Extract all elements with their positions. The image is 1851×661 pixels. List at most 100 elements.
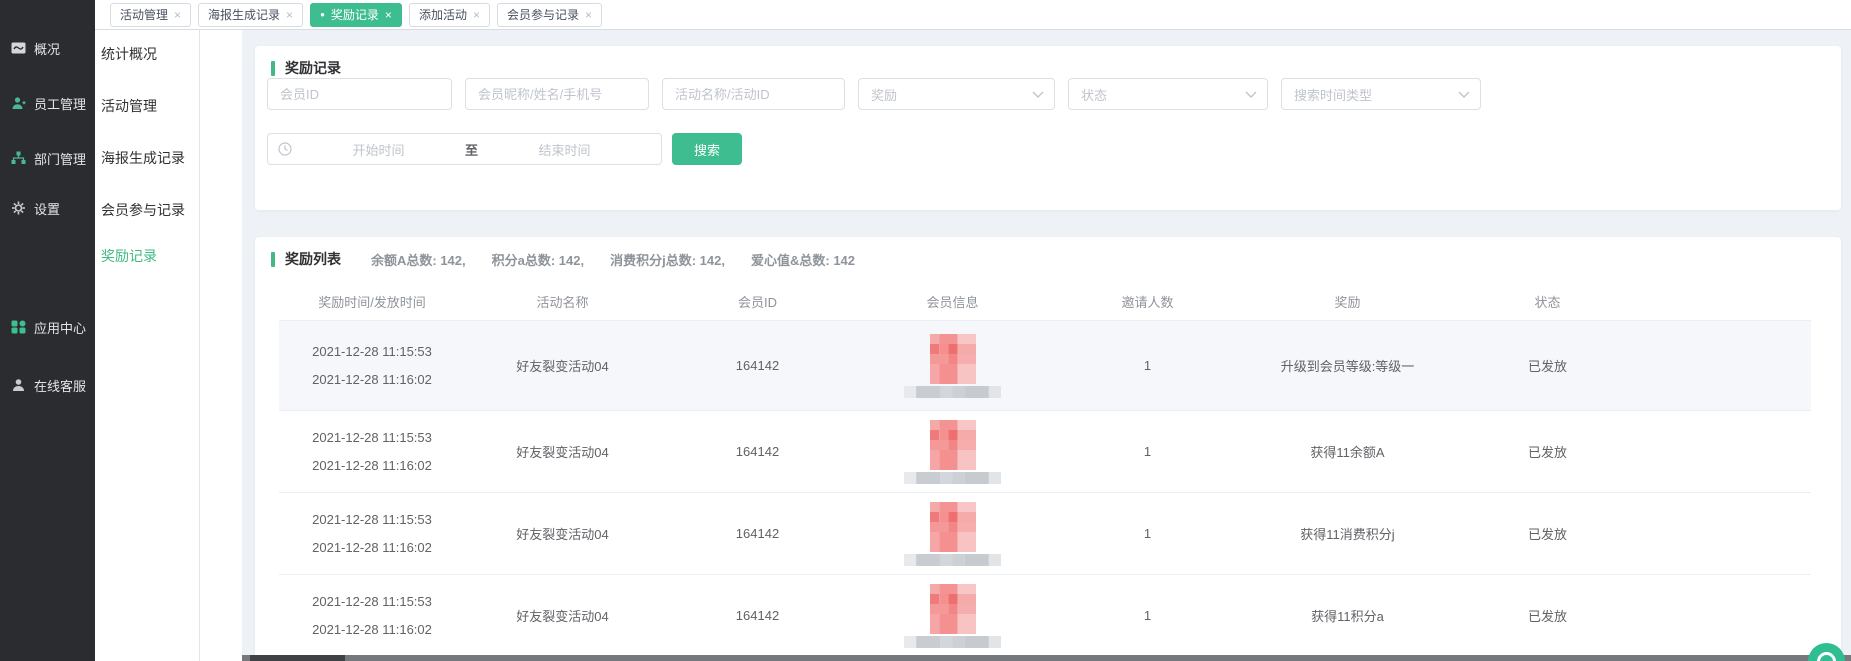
- member-id-cell: 164142: [660, 493, 855, 574]
- status-cell: 已发放: [1450, 321, 1645, 410]
- chevron-down-icon: [1458, 91, 1470, 98]
- activity-input[interactable]: [662, 78, 845, 110]
- active-tab-dot: ●: [320, 11, 325, 19]
- col-header-status: 状态: [1450, 282, 1645, 320]
- table-header-row: 奖励时间/发放时间 活动名称 会员ID 会员信息 邀请人数 奖励 状态: [279, 282, 1811, 320]
- reward-cell: 获得11积分a: [1245, 575, 1450, 656]
- tab-label: 会员参与记录: [507, 6, 579, 23]
- status-cell: 已发放: [1450, 493, 1645, 574]
- col-header-spacer: [1645, 282, 1811, 320]
- tab-bar: 活动管理 × 海报生成记录 × ● 奖励记录 × 添加活动 × 会员参与记录 ×: [95, 0, 1851, 30]
- status-cell: 已发放: [1450, 411, 1645, 492]
- issue-time: 2021-12-28 11:16:02: [312, 616, 432, 644]
- tab-close-icon[interactable]: ×: [385, 9, 392, 21]
- issue-time: 2021-12-28 11:16:02: [312, 366, 432, 394]
- award-time: 2021-12-28 11:15:53: [312, 588, 432, 616]
- col-header-member-id: 会员ID: [660, 282, 855, 320]
- sidebar-item-overview[interactable]: 概况: [11, 38, 60, 58]
- scrollbar-thumb[interactable]: [250, 655, 345, 661]
- reward-select[interactable]: 奖励: [858, 78, 1055, 110]
- table-row[interactable]: 2021-12-28 11:15:53 2021-12-28 11:16:02 …: [279, 410, 1811, 492]
- tab-add-activity[interactable]: 添加活动 ×: [409, 3, 490, 27]
- time-type-select[interactable]: 搜索时间类型: [1281, 78, 1481, 110]
- list-card-title: 奖励列表: [285, 249, 341, 269]
- member-info-cell: [855, 321, 1050, 410]
- date-range-picker[interactable]: 开始时间 至 结束时间: [267, 133, 662, 165]
- sidebar-item-departments[interactable]: 部门管理: [11, 148, 86, 168]
- submenu-item-stats-overview[interactable]: 统计概况: [101, 44, 157, 64]
- search-button[interactable]: 搜索: [672, 133, 742, 165]
- sidebar-item-label: 设置: [34, 199, 60, 218]
- search-filters-row: 奖励 状态 搜索时间类型: [267, 78, 1481, 110]
- submenu-divider: [199, 30, 200, 661]
- activity-cell: 好友裂变活动04: [465, 493, 660, 574]
- submenu-item-poster-records[interactable]: 海报生成记录: [101, 148, 185, 168]
- tab-close-icon[interactable]: ×: [585, 9, 592, 21]
- tab-close-icon[interactable]: ×: [473, 9, 480, 21]
- member-name-input[interactable]: [465, 78, 649, 110]
- sidebar-item-employees[interactable]: 员工管理: [11, 93, 86, 113]
- end-time-placeholder: 结束时间: [478, 140, 651, 159]
- award-time: 2021-12-28 11:15:53: [312, 338, 432, 366]
- submenu-item-reward-records[interactable]: 奖励记录: [101, 246, 157, 266]
- redacted-member-name: [904, 386, 1001, 398]
- issue-time: 2021-12-28 11:16:02: [312, 534, 432, 562]
- sidebar-item-label: 概况: [34, 39, 60, 58]
- horizontal-scrollbar[interactable]: [242, 655, 1851, 661]
- table-row[interactable]: 2021-12-28 11:15:53 2021-12-28 11:16:02 …: [279, 320, 1811, 410]
- sidebar-item-label: 部门管理: [34, 149, 86, 168]
- title-accent-bar: [271, 61, 275, 76]
- overview-chart-icon: [11, 41, 26, 55]
- member-info-cell: [855, 575, 1050, 656]
- activity-cell: 好友裂变活动04: [465, 411, 660, 492]
- sidebar-item-label: 员工管理: [34, 94, 86, 113]
- col-header-member-info: 会员信息: [855, 282, 1050, 320]
- invites-cell: 1: [1050, 493, 1245, 574]
- tab-close-icon[interactable]: ×: [286, 9, 293, 21]
- invites-cell: 1: [1050, 575, 1245, 656]
- reward-select-value: 奖励: [871, 85, 897, 104]
- redacted-member-name: [904, 554, 1001, 566]
- reward-time-cell: 2021-12-28 11:15:53 2021-12-28 11:16:02: [279, 411, 465, 492]
- tab-label: 奖励记录: [331, 6, 379, 23]
- tab-label: 海报生成记录: [208, 6, 280, 23]
- sidebar-item-settings[interactable]: 设置: [11, 198, 60, 218]
- redacted-member-name: [904, 636, 1001, 648]
- consume-points-total: 消费积分j总数: 142,: [610, 250, 725, 269]
- secondary-sidebar: 统计概况 活动管理 海报生成记录 会员参与记录 奖励记录: [95, 30, 242, 661]
- table-row[interactable]: 2021-12-28 11:15:53 2021-12-28 11:16:02 …: [279, 574, 1811, 656]
- primary-sidebar: 概况 员工管理 部门管理 设置 应用中心 在线客服: [0, 0, 95, 661]
- sidebar-item-app-center[interactable]: 应用中心: [11, 317, 86, 337]
- chevron-down-icon: [1245, 91, 1257, 98]
- search-card-header: 奖励记录: [271, 58, 341, 78]
- tab-member-participation[interactable]: 会员参与记录 ×: [497, 3, 602, 27]
- tab-activity-management[interactable]: 活动管理 ×: [110, 3, 191, 27]
- submenu-label: 统计概况: [101, 44, 157, 64]
- totals-summary: 余额A总数: 142, 积分a总数: 142, 消费积分j总数: 142, 爱心…: [371, 250, 855, 269]
- tab-reward-records-active[interactable]: ● 奖励记录 ×: [310, 3, 402, 27]
- member-id-input[interactable]: [267, 78, 452, 110]
- sidebar-item-online-service[interactable]: 在线客服: [11, 375, 86, 395]
- status-select-value: 状态: [1081, 85, 1107, 104]
- redacted-avatar: [930, 584, 976, 634]
- table-row[interactable]: 2021-12-28 11:15:53 2021-12-28 11:16:02 …: [279, 492, 1811, 574]
- balance-total: 余额A总数: 142,: [371, 250, 466, 269]
- reward-records-search-card: 奖励记录 奖励 状态 搜索时间类型: [255, 46, 1841, 210]
- member-id-cell: 164142: [660, 321, 855, 410]
- submenu-item-member-participation[interactable]: 会员参与记录: [101, 200, 185, 220]
- submenu-label: 会员参与记录: [101, 200, 185, 220]
- range-separator: 至: [465, 140, 478, 159]
- status-select[interactable]: 状态: [1068, 78, 1268, 110]
- sidebar-item-label: 应用中心: [34, 318, 86, 337]
- love-value-total: 爱心值&总数: 142: [751, 250, 855, 269]
- invites-cell: 1: [1050, 411, 1245, 492]
- date-range-row: 开始时间 至 结束时间 搜索: [267, 133, 742, 165]
- col-header-invites: 邀请人数: [1050, 282, 1245, 320]
- submenu-item-activity-management[interactable]: 活动管理: [101, 96, 157, 116]
- tab-poster-records[interactable]: 海报生成记录 ×: [198, 3, 303, 27]
- col-header-reward: 奖励: [1245, 282, 1450, 320]
- points-a-total: 积分a总数: 142,: [492, 250, 584, 269]
- issue-time: 2021-12-28 11:16:02: [312, 452, 432, 480]
- tab-close-icon[interactable]: ×: [174, 9, 181, 21]
- headset-icon: [1813, 648, 1840, 661]
